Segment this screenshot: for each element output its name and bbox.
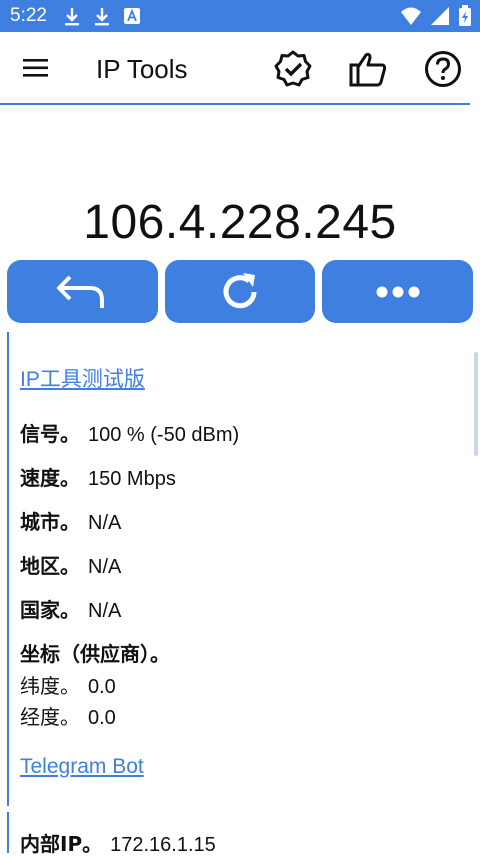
wifi-icon [400,5,422,31]
more-button[interactable] [322,260,474,323]
country-value: N/A [88,600,122,622]
app-bar: IP Tools [0,32,480,104]
signal-label: 信号。 [20,422,80,446]
card-accent-bar [7,332,9,806]
coordinates-label: 坐标（供应商）。 [20,642,170,666]
signal-icon [430,5,450,31]
action-button-row [7,260,474,323]
thumbs-up-icon [349,52,387,87]
coordinates-heading: 坐标（供应商）。 [20,638,178,667]
download-icon [91,5,113,27]
speed-value: 150 Mbps [88,468,176,490]
latitude-label: 纬度。 [20,674,80,698]
region-label: 地区。 [20,554,80,578]
help-icon [425,51,461,87]
verified-badge-icon [274,50,312,87]
ip-info-card: IP工具测试版 信号。 100 % (-50 dBm) 速度。 150 Mbps… [7,332,477,806]
longitude-label: 经度。 [20,705,80,729]
back-button[interactable] [7,260,158,323]
ip-tools-beta-link[interactable]: IP工具测试版 [20,363,145,393]
more-icon [376,286,420,297]
speed-row: 速度。 150 Mbps [20,462,176,491]
longitude-value: 0.0 [88,707,116,729]
status-time: 5:22 [10,5,47,26]
latitude-row: 纬度。 0.0 [20,670,116,699]
country-label: 国家。 [20,598,80,622]
card-accent-bar [7,812,9,853]
menu-button[interactable] [22,56,50,80]
region-value: N/A [88,556,122,578]
help-button[interactable] [422,48,464,90]
hamburger-icon [23,59,48,77]
download-icon [61,5,83,27]
app-bar-divider [0,103,470,105]
refresh-button[interactable] [164,260,316,323]
refresh-icon [223,272,257,308]
latitude-value: 0.0 [88,676,116,698]
internal-ip-card: 内部IP。 172.16.1.15 [7,812,477,856]
verified-badge-button[interactable] [272,48,314,90]
longitude-row: 经度。 0.0 [20,701,116,730]
back-arrow-icon [57,275,105,308]
telegram-bot-link[interactable]: Telegram Bot [20,755,144,779]
public-ip-address: 106.4.228.245 [83,196,397,249]
city-row: 城市。 N/A [20,506,121,535]
speed-label: 速度。 [20,466,80,490]
signal-row: 信号。 100 % (-50 dBm) [20,418,239,447]
signal-value: 100 % (-50 dBm) [88,424,240,446]
internal-ip-value: 172.16.1.15 [110,834,216,856]
city-label: 城市。 [20,510,80,534]
battery-icon [458,5,472,31]
app-a-icon [121,5,143,27]
country-row: 国家。 N/A [20,594,121,623]
scroll-indicator[interactable] [474,352,478,456]
rate-button[interactable] [347,48,389,90]
city-value: N/A [88,512,122,534]
app-title: IP Tools [96,54,188,84]
status-bar: 5:22 [0,0,480,32]
region-row: 地区。 N/A [20,550,121,579]
